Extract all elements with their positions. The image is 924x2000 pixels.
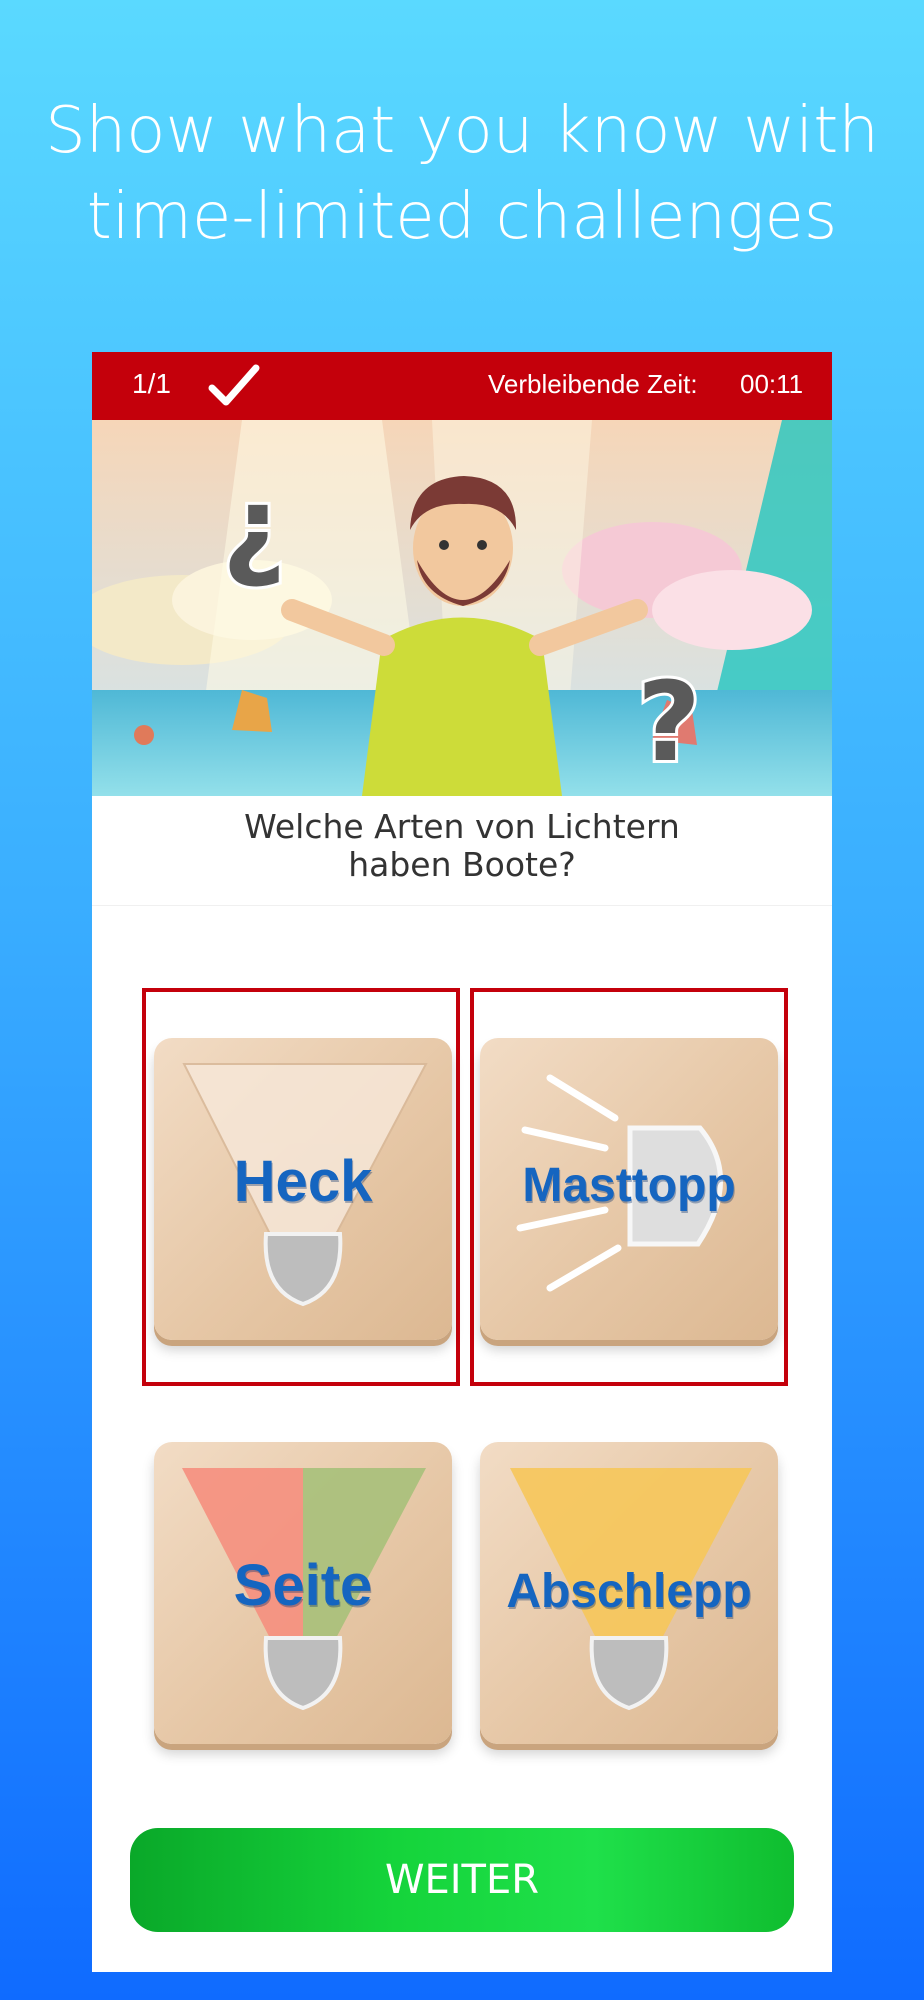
promo-headline: Show what you know with time-limited cha…	[0, 88, 924, 260]
question-line-2: haben Boote?	[348, 845, 576, 884]
svg-text:¿: ¿	[222, 463, 286, 591]
quiz-screen: 1/1 Verbleibende Zeit: 00:11 ¿ ? Welche …	[92, 352, 832, 1972]
answer-tile-masttopp[interactable]: Masttopp	[480, 1038, 778, 1340]
answer-tile-seite[interactable]: Seite	[154, 1442, 452, 1744]
svg-text:?: ?	[637, 658, 701, 786]
answer-tile-heck[interactable]: Heck	[154, 1038, 452, 1340]
question-line-1: Welche Arten von Lichtern	[244, 807, 680, 846]
answer-label-heck: Heck	[233, 1149, 373, 1214]
answer-label-abschlepp: Abschlepp	[506, 1565, 752, 1618]
question-text: Welche Arten von Lichtern haben Boote?	[92, 800, 832, 906]
answer-label-masttopp: Masttopp	[522, 1159, 736, 1212]
promo-line-2: time-limited challenges	[86, 180, 838, 254]
checkmark-icon	[208, 364, 260, 406]
continue-button[interactable]: WEITER	[130, 1828, 794, 1932]
question-counter: 1/1	[132, 368, 171, 399]
remaining-time-label: Verbleibende Zeit:	[488, 369, 698, 399]
answer-tile-abschlepp[interactable]: Abschlepp	[480, 1442, 778, 1744]
answer-label-seite: Seite	[233, 1553, 373, 1618]
promo-line-1: Show what you know with	[45, 94, 879, 168]
question-illustration: ¿ ?	[92, 420, 832, 796]
remaining-time-value: 00:11	[740, 369, 804, 399]
quiz-header-bar: 1/1 Verbleibende Zeit: 00:11	[92, 352, 832, 420]
